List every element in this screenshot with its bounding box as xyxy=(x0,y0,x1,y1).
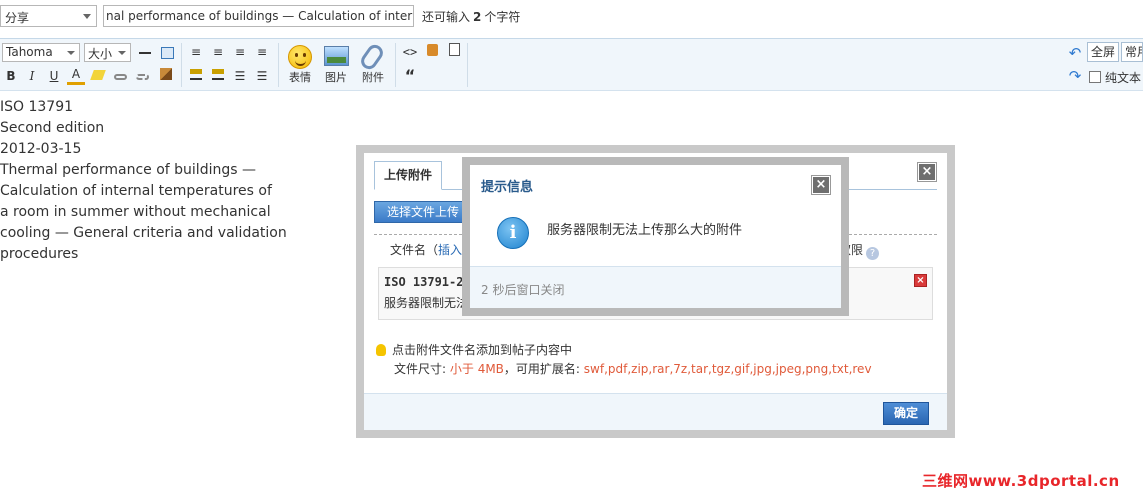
file-name[interactable]: ISO 13791-20 xyxy=(384,275,471,289)
lightbulb-icon xyxy=(376,344,386,356)
image-button[interactable]: 图片 xyxy=(319,43,353,87)
watermark: 三维网www.3dportal.cn xyxy=(922,472,1120,490)
prompt-frame: 提示信息 × i 服务器限制无法上传那么大的附件 2 秒后窗口关闭 xyxy=(462,157,849,316)
toolbar-separator xyxy=(278,43,279,87)
font-size-value: 大小 xyxy=(88,47,113,61)
ok-button[interactable]: 确定 xyxy=(883,402,929,425)
page-icon[interactable] xyxy=(445,43,463,61)
ext-label: ，可用扩展名: xyxy=(503,362,580,376)
char-counter: 还可输入 2 个字符 xyxy=(422,8,520,25)
chevron-down-icon xyxy=(67,51,75,55)
highlight-icon[interactable] xyxy=(89,67,107,85)
lock-icon[interactable] xyxy=(423,43,441,61)
smiley-icon xyxy=(288,45,312,69)
prompt-dialog: 提示信息 × i 服务器限制无法上传那么大的附件 2 秒后窗口关闭 xyxy=(470,165,841,308)
ordered-list-icon[interactable]: ☰ xyxy=(231,67,249,85)
font-color-button[interactable]: A xyxy=(67,67,85,85)
prompt-footer: 2 秒后窗口关闭 xyxy=(470,266,841,308)
font-family-select[interactable]: Tahoma xyxy=(2,43,80,62)
upload-dialog-footer: 确定 xyxy=(364,393,947,430)
content-line: Second edition xyxy=(0,120,105,136)
prompt-title: 提示信息 xyxy=(481,180,534,195)
hint-click-text: 点击附件文件名添加到帖子内容中 xyxy=(392,343,573,357)
size-value: 小于 4MB xyxy=(449,362,504,376)
subject-row: 分享 nal performance of buildings — Calcul… xyxy=(0,0,1143,36)
hint-click: 点击附件文件名添加到帖子内容中 xyxy=(376,341,572,358)
attachment-label: 附件 xyxy=(362,71,384,84)
redo-icon[interactable]: ↷ xyxy=(1066,67,1084,85)
size-label: 文件尺寸: xyxy=(394,362,447,376)
toolbar-separator xyxy=(395,43,396,87)
common-button[interactable]: 常用 xyxy=(1121,42,1143,62)
fullscreen-button[interactable]: 全屏 xyxy=(1087,42,1120,62)
clear-format-icon[interactable] xyxy=(157,67,175,85)
content-line: a room in summer without mechanical xyxy=(0,204,271,220)
unordered-list-icon[interactable]: ☰ xyxy=(253,67,271,85)
float-right-icon[interactable] xyxy=(209,67,227,85)
code-icon[interactable]: <> xyxy=(401,43,419,61)
title-input[interactable]: nal performance of buildings — Calculati… xyxy=(103,5,414,27)
content-line: Thermal performance of buildings — xyxy=(0,162,256,178)
close-icon[interactable]: × xyxy=(917,162,937,182)
quote-icon[interactable]: “ xyxy=(401,67,419,85)
italic-button[interactable]: I xyxy=(23,67,41,85)
plain-text-label: 纯文本 xyxy=(1105,71,1142,85)
align-justify-icon[interactable]: ≡ xyxy=(253,43,271,61)
horizontal-rule-icon[interactable] xyxy=(136,43,154,61)
prompt-countdown: 2 秒后窗口关闭 xyxy=(481,283,565,297)
paperclip-icon xyxy=(357,41,387,73)
align-right-icon[interactable]: ≡ xyxy=(231,43,249,61)
image-icon xyxy=(324,46,349,66)
table-icon[interactable] xyxy=(158,43,176,61)
plain-text-checkbox[interactable] xyxy=(1089,71,1101,83)
char-counter-prefix: 还可输入 xyxy=(422,10,471,24)
link-icon[interactable] xyxy=(111,67,129,85)
unlink-icon[interactable] xyxy=(133,67,151,85)
toolbar-separator xyxy=(181,43,182,87)
toolbar-separator xyxy=(467,43,468,87)
tab-upload-attachment[interactable]: 上传附件 xyxy=(374,161,442,190)
info-icon: i xyxy=(497,217,529,249)
editor-toolbar: Tahoma 大小 B I U A ≡ ≡ ≡ ≡ ☰ ☰ 表情 图片 附件 <… xyxy=(0,38,1143,91)
ext-value: swf,pdf,zip,rar,7z,tar,tgz,gif,jpg,jpeg,… xyxy=(583,362,872,376)
column-filename-label: 文件名（ xyxy=(390,243,439,257)
undo-icon[interactable]: ↶ xyxy=(1066,44,1084,62)
content-line: Calculation of internal temperatures of xyxy=(0,183,272,199)
chevron-down-icon xyxy=(83,14,91,19)
content-line: 2012-03-15 xyxy=(0,141,82,157)
char-counter-value: 2 xyxy=(473,10,482,24)
attachment-button[interactable]: 附件 xyxy=(356,41,390,87)
prompt-message: 服务器限制无法上传那么大的附件 xyxy=(547,223,743,238)
file-status: 服务器限制无法上传 xyxy=(384,296,464,310)
help-icon[interactable]: ? xyxy=(866,247,880,260)
editor-content[interactable]: ISO 13791 Second edition 2012-03-15 Ther… xyxy=(0,97,300,265)
chevron-down-icon xyxy=(118,51,126,55)
font-size-select[interactable]: 大小 xyxy=(84,43,131,62)
close-icon[interactable]: × xyxy=(811,175,831,195)
align-left-icon[interactable]: ≡ xyxy=(187,43,205,61)
float-left-icon[interactable] xyxy=(187,67,205,85)
emoticon-button[interactable]: 表情 xyxy=(283,43,317,87)
category-select[interactable]: 分享 xyxy=(0,5,97,27)
emoticon-label: 表情 xyxy=(289,71,311,84)
bold-button[interactable]: B xyxy=(2,67,20,85)
font-family-value: Tahoma xyxy=(6,45,53,59)
image-label: 图片 xyxy=(325,71,347,84)
content-line: ISO 13791 xyxy=(0,99,74,115)
content-line: cooling — General criteria and validatio… xyxy=(0,225,287,241)
hint-size: 文件尺寸: 小于 4MB，可用扩展名: swf,pdf,zip,rar,7z,t… xyxy=(394,360,872,377)
underline-button[interactable]: U xyxy=(45,67,63,85)
align-center-icon[interactable]: ≡ xyxy=(209,43,227,61)
delete-icon[interactable]: × xyxy=(914,274,927,287)
content-line: procedures xyxy=(0,246,79,262)
choose-file-button[interactable]: 选择文件上传 xyxy=(374,201,470,223)
char-counter-suffix: 个字符 xyxy=(484,10,521,24)
category-value: 分享 xyxy=(5,11,30,25)
